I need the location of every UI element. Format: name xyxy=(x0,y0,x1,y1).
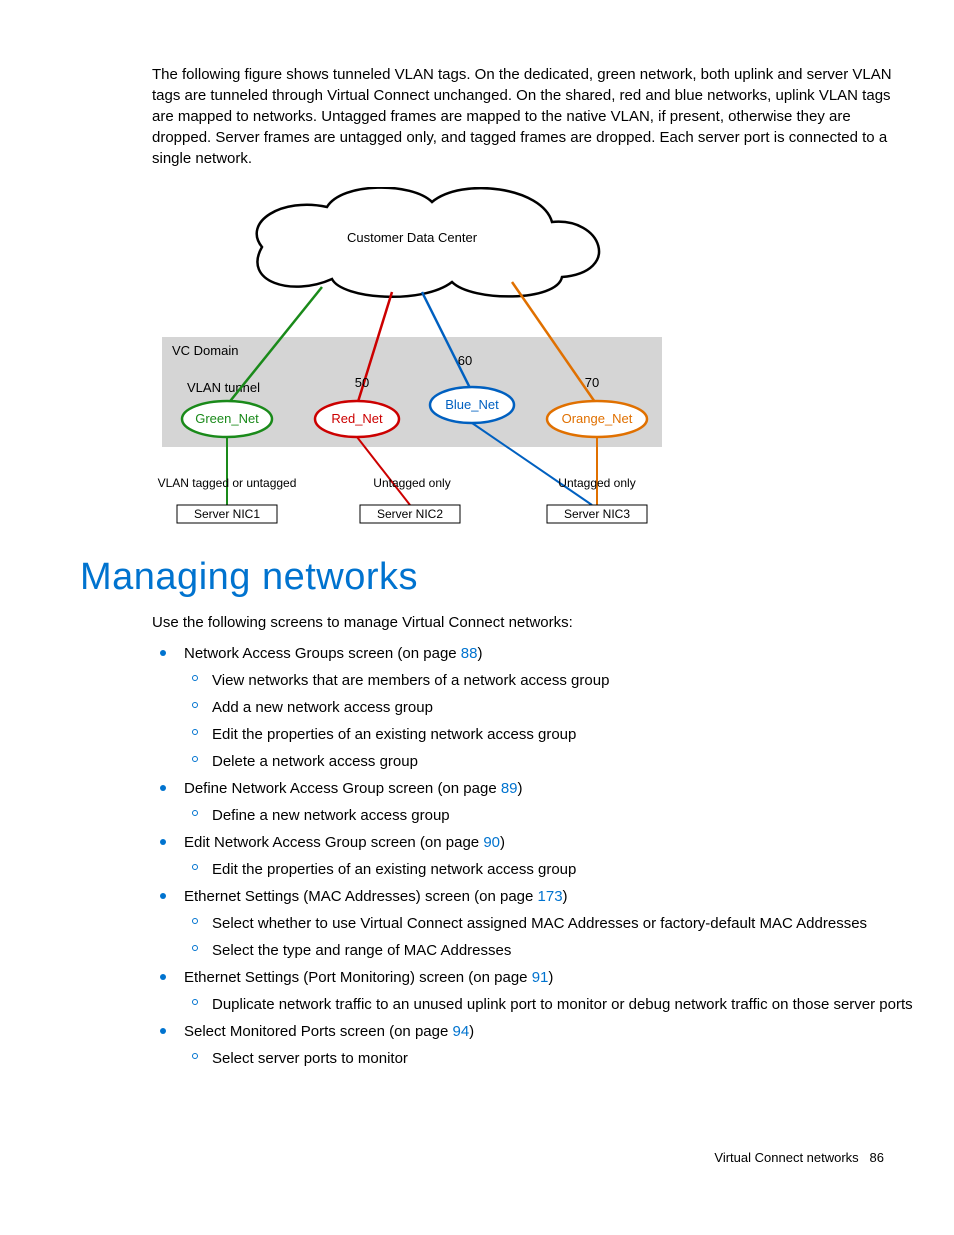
vlan-50: 50 xyxy=(355,375,369,390)
sub-item-text: Edit the properties of an existing netwo… xyxy=(212,861,576,878)
cdc-cloud: Customer Data Center xyxy=(257,188,599,297)
intro-paragraph: The following figure shows tunneled VLAN… xyxy=(152,64,914,169)
sub-list-item: Edit the properties of an existing netwo… xyxy=(184,859,914,880)
sub-list: Define a new network access group xyxy=(184,805,914,826)
nic3-label: Server NIC3 xyxy=(564,507,630,521)
sub-item-text: Duplicate network traffic to an unused u… xyxy=(212,996,913,1013)
vlan-figure: Customer Data Center VC Domain VLAN tunn… xyxy=(152,187,672,527)
list-item-text: Edit Network Access Group screen (on pag… xyxy=(184,834,505,851)
tag-label-1: VLAN tagged or untagged xyxy=(158,476,297,490)
blue-label: Blue_Net xyxy=(445,397,499,412)
bullet-icon xyxy=(160,785,166,791)
sub-list-item: Delete a network access group xyxy=(184,751,914,772)
page-link[interactable]: 89 xyxy=(501,780,518,797)
sub-list-item: Select server ports to monitor xyxy=(184,1048,914,1069)
list-item: Edit Network Access Group screen (on pag… xyxy=(152,832,914,880)
sub-bullet-icon xyxy=(192,756,198,762)
sub-list-item: Add a new network access group xyxy=(184,697,914,718)
red-cloud: Red_Net xyxy=(315,401,399,437)
page-footer: Virtual Connect networks 86 xyxy=(80,1149,914,1167)
vlan-60: 60 xyxy=(458,353,472,368)
page-link[interactable]: 90 xyxy=(483,834,500,851)
footer-page: 86 xyxy=(870,1150,884,1165)
nic2-box: Server NIC2 xyxy=(360,505,460,523)
orange-cloud: Orange_Net xyxy=(547,401,647,437)
lead-paragraph: Use the following screens to manage Virt… xyxy=(152,612,914,633)
sub-bullet-icon xyxy=(192,864,198,870)
sub-list-item: Duplicate network traffic to an unused u… xyxy=(184,994,914,1015)
list-item-text: Ethernet Settings (MAC Addresses) screen… xyxy=(184,888,568,905)
sub-bullet-icon xyxy=(192,999,198,1005)
nic2-label: Server NIC2 xyxy=(377,507,443,521)
sub-item-text: Add a new network access group xyxy=(212,699,433,716)
sub-list-item: Select the type and range of MAC Address… xyxy=(184,940,914,961)
list-item: Select Monitored Ports screen (on page 9… xyxy=(152,1021,914,1069)
nic1-label: Server NIC1 xyxy=(194,507,260,521)
sub-bullet-icon xyxy=(192,729,198,735)
page-heading: Managing networks xyxy=(80,551,914,604)
sub-item-text: Define a new network access group xyxy=(212,807,450,824)
vlan-tunnel-label: VLAN tunnel xyxy=(187,380,260,395)
green-label: Green_Net xyxy=(195,411,259,426)
sub-item-text: View networks that are members of a netw… xyxy=(212,672,609,689)
nic3-box: Server NIC3 xyxy=(547,505,647,523)
page-link[interactable]: 94 xyxy=(452,1023,469,1040)
green-cloud: Green_Net xyxy=(182,401,272,437)
sub-list-item: Edit the properties of an existing netwo… xyxy=(184,724,914,745)
list-item-text: Network Access Groups screen (on page 88… xyxy=(184,645,482,662)
sub-list-item: Define a new network access group xyxy=(184,805,914,826)
sub-list: Select server ports to monitor xyxy=(184,1048,914,1069)
footer-section: Virtual Connect networks xyxy=(714,1150,858,1165)
tag-label-2: Untagged only xyxy=(373,476,450,490)
list-item: Ethernet Settings (MAC Addresses) screen… xyxy=(152,886,914,961)
sub-bullet-icon xyxy=(192,810,198,816)
page-link[interactable]: 173 xyxy=(538,888,563,905)
sub-item-text: Select whether to use Virtual Connect as… xyxy=(212,915,867,932)
cdc-label: Customer Data Center xyxy=(347,230,478,245)
sub-bullet-icon xyxy=(192,945,198,951)
red-downlink xyxy=(357,437,410,505)
vlan-70: 70 xyxy=(585,375,599,390)
sub-bullet-icon xyxy=(192,702,198,708)
sub-item-text: Select server ports to monitor xyxy=(212,1050,408,1067)
sub-list: View networks that are members of a netw… xyxy=(184,670,914,772)
bullet-icon xyxy=(160,839,166,845)
sub-list: Edit the properties of an existing netwo… xyxy=(184,859,914,880)
orange-label: Orange_Net xyxy=(562,411,633,426)
red-label: Red_Net xyxy=(331,411,383,426)
sub-bullet-icon xyxy=(192,675,198,681)
sub-bullet-icon xyxy=(192,918,198,924)
list-item: Ethernet Settings (Port Monitoring) scre… xyxy=(152,967,914,1015)
sub-list: Select whether to use Virtual Connect as… xyxy=(184,913,914,961)
page-link[interactable]: 91 xyxy=(532,969,549,986)
screens-list: Network Access Groups screen (on page 88… xyxy=(152,643,914,1069)
sub-list-item: Select whether to use Virtual Connect as… xyxy=(184,913,914,934)
bullet-icon xyxy=(160,974,166,980)
page-link[interactable]: 88 xyxy=(461,645,478,662)
list-item: Define Network Access Group screen (on p… xyxy=(152,778,914,826)
bullet-icon xyxy=(160,1028,166,1034)
tag-label-3: Untagged only xyxy=(558,476,635,490)
bullet-icon xyxy=(160,650,166,656)
list-item: Network Access Groups screen (on page 88… xyxy=(152,643,914,772)
sub-bullet-icon xyxy=(192,1053,198,1059)
list-item-text: Select Monitored Ports screen (on page 9… xyxy=(184,1023,474,1040)
sub-item-text: Select the type and range of MAC Address… xyxy=(212,942,511,959)
list-item-text: Define Network Access Group screen (on p… xyxy=(184,780,523,797)
nic1-box: Server NIC1 xyxy=(177,505,277,523)
vc-domain-label: VC Domain xyxy=(172,343,238,358)
blue-cloud: Blue_Net xyxy=(430,387,514,423)
sub-item-text: Delete a network access group xyxy=(212,753,418,770)
sub-item-text: Edit the properties of an existing netwo… xyxy=(212,726,576,743)
bullet-icon xyxy=(160,893,166,899)
sub-list-item: View networks that are members of a netw… xyxy=(184,670,914,691)
list-item-text: Ethernet Settings (Port Monitoring) scre… xyxy=(184,969,553,986)
sub-list: Duplicate network traffic to an unused u… xyxy=(184,994,914,1015)
